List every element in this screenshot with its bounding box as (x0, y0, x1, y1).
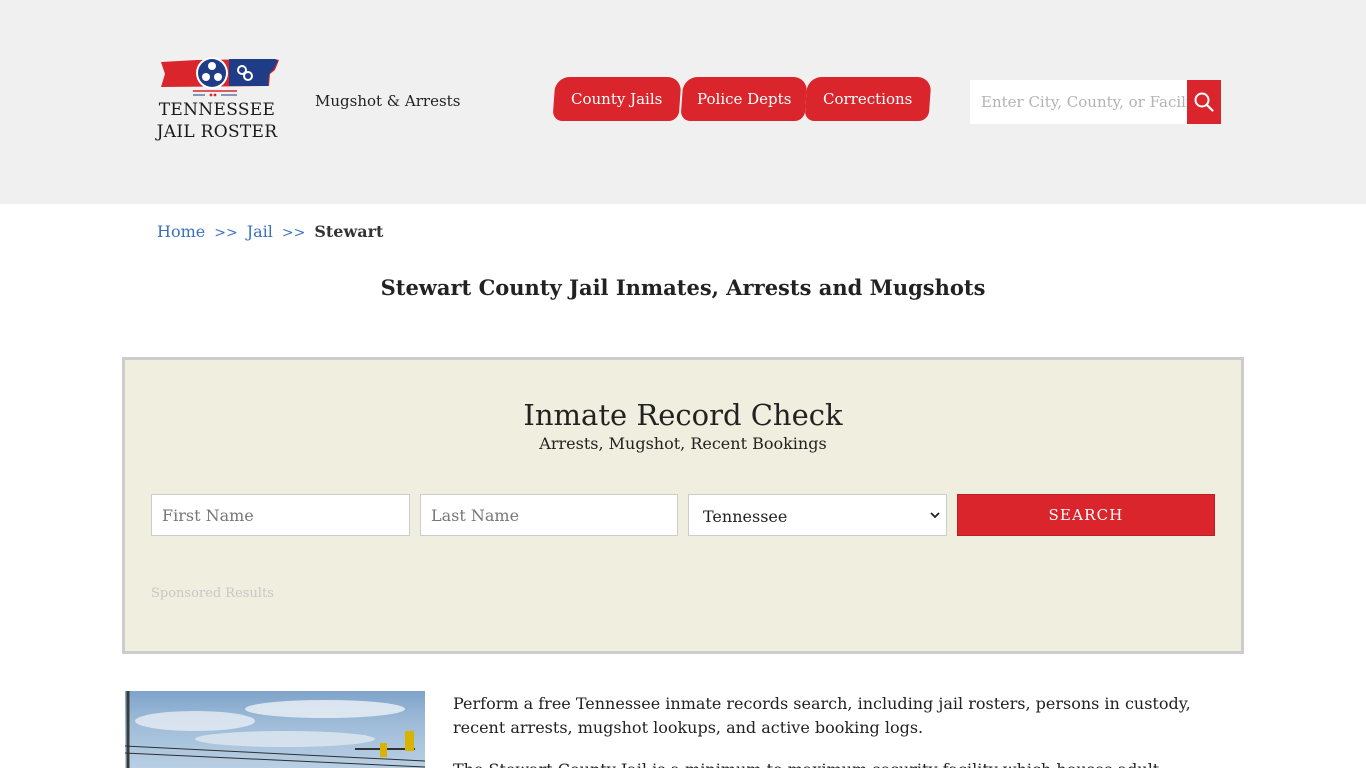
breadcrumb-separator: >> (214, 225, 238, 241)
sponsored-results-label: Sponsored Results (151, 586, 274, 601)
first-name-input[interactable] (151, 494, 410, 536)
page-title: Stewart County Jail Inmates, Arrests and… (380, 275, 986, 300)
intro-paragraph-2: The Stewart County Jail is a minimum to … (453, 758, 1223, 768)
state-select[interactable]: Tennessee (688, 494, 947, 536)
nav-tab-label: Police Depts (696, 90, 792, 108)
breadcrumb: Home >> Jail >> Stewart (157, 222, 383, 241)
logo-text-line2: JAIL ROSTER (156, 122, 278, 142)
site-header: TENNESSEE JAIL ROSTER Mugshot & Arrests … (0, 0, 1366, 204)
record-check-subtitle: Arrests, Mugshot, Recent Bookings (539, 434, 827, 453)
inmate-search-button[interactable]: SEARCH (957, 494, 1215, 536)
nav-tab-county-jails[interactable]: County Jails (552, 77, 682, 121)
tennessee-flag-logo-icon (161, 57, 279, 97)
header-search-button[interactable] (1187, 80, 1221, 124)
breadcrumb-home[interactable]: Home (157, 222, 205, 241)
nav-tab-corrections[interactable]: Corrections (804, 77, 932, 121)
nav-tab-label: County Jails (571, 90, 663, 108)
logo-text-line1: TENNESSEE (158, 100, 276, 120)
nav-tab-police-depts[interactable]: Police Depts (680, 77, 808, 121)
site-tagline: Mugshot & Arrests (315, 92, 461, 110)
jail-photo (125, 691, 425, 768)
chevron-down-icon (930, 512, 940, 519)
last-name-input[interactable] (420, 494, 678, 536)
facility-search-input[interactable] (970, 80, 1188, 124)
breadcrumb-separator: >> (281, 225, 306, 241)
breadcrumb-current: Stewart (314, 222, 384, 241)
intro-paragraph: Perform a free Tennessee inmate records … (453, 694, 1191, 737)
record-check-title: Inmate Record Check (523, 398, 843, 432)
breadcrumb-jail[interactable]: Jail (247, 222, 273, 241)
site-logo[interactable]: TENNESSEE JAIL ROSTER (153, 56, 283, 148)
inmate-record-check-panel: Inmate Record Check Arrests, Mugshot, Re… (122, 357, 1244, 654)
header-search (970, 80, 1221, 124)
state-select-value: Tennessee (703, 507, 788, 526)
nav-tab-label: Corrections (823, 90, 913, 108)
search-icon (1194, 92, 1214, 112)
street-scene-image (125, 691, 425, 768)
